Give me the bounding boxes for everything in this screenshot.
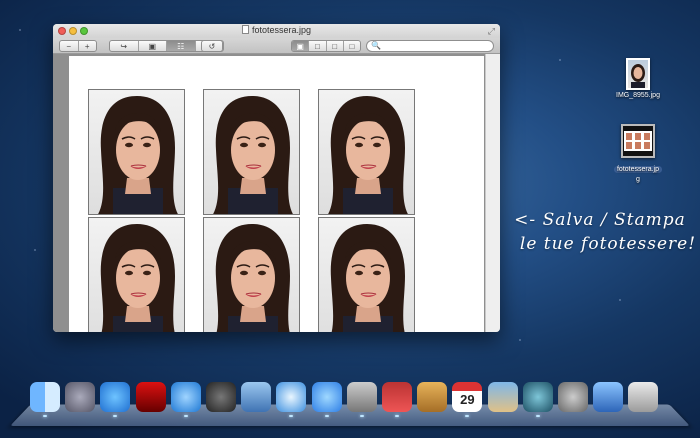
facetime-icon[interactable] <box>346 382 377 412</box>
photo-portrait <box>88 89 185 215</box>
photo-portrait <box>318 89 415 215</box>
xcode-icon[interactable] <box>593 382 624 412</box>
app-store-icon[interactable] <box>100 382 131 412</box>
sidebar-toggle[interactable]: ▣ □ □ □ <box>291 40 361 52</box>
dock-icons: 29 <box>30 382 670 418</box>
page <box>69 56 484 332</box>
fullscreen-icon[interactable]: ⤢ <box>488 26 495 37</box>
running-indicator <box>113 415 118 417</box>
system-preferences-icon[interactable] <box>558 382 588 412</box>
photo-portrait <box>88 217 185 332</box>
calendar-icon[interactable]: 29 <box>452 382 483 412</box>
dashboard-icon[interactable] <box>206 382 236 412</box>
image-thumbnail-icon <box>621 124 655 158</box>
time-machine-icon[interactable] <box>522 382 553 412</box>
zoom-control[interactable]: − + <box>59 40 97 52</box>
running-indicator <box>43 415 47 417</box>
running-indicator <box>183 415 188 417</box>
rotate-button[interactable]: ↺ <box>201 40 223 52</box>
running-indicator <box>324 415 329 417</box>
calendar-day: 29 <box>460 392 475 407</box>
window-toolbar: − + ↪ ▣ ☷ ✎ ↺ ▣ □ □ □ 🔍 <box>53 38 500 54</box>
running-indicator <box>289 415 294 417</box>
window-titlebar[interactable]: fototessera.jpg ⤢ <box>53 24 500 38</box>
safari-icon[interactable] <box>276 382 307 412</box>
scrollbar[interactable] <box>485 54 500 332</box>
view-mode-1[interactable]: ▣ <box>292 41 310 51</box>
photo-portrait <box>203 89 300 215</box>
mail-icon[interactable] <box>241 382 272 412</box>
window-title: fototessera.jpg <box>53 25 500 35</box>
running-indicator <box>535 415 540 417</box>
photo-app-icon[interactable] <box>382 382 412 412</box>
launchpad-icon[interactable] <box>65 382 96 412</box>
view-button[interactable]: ▣ <box>139 41 167 51</box>
finder-icon[interactable] <box>30 382 60 412</box>
photo-portrait <box>203 217 300 332</box>
document-icon <box>241 25 249 34</box>
desktop-icon-fototessera[interactable]: fototessera.jp g <box>610 124 666 183</box>
grid-button[interactable]: ☷ <box>167 41 196 51</box>
running-indicator <box>395 415 399 417</box>
desktop-icon-label: fototessera.jp <box>613 166 663 173</box>
photo-booth-icon[interactable] <box>135 382 166 412</box>
document-area <box>53 54 500 332</box>
itunes-icon[interactable] <box>170 382 201 412</box>
desktop-icon-sublabel: g <box>636 176 640 183</box>
running-indicator <box>465 415 470 417</box>
running-indicator <box>359 415 364 417</box>
preview-window[interactable]: fototessera.jpg ⤢ − + ↪ ▣ ☷ ✎ ↺ ▣ □ □ □ … <box>53 24 500 332</box>
annotation-line-2: le tue fototessere! <box>519 234 697 254</box>
search-input[interactable]: 🔍 <box>366 40 494 52</box>
view-mode-3[interactable]: □ <box>327 41 344 51</box>
desktop-icon-label: IMG_8955.jpg <box>616 92 660 99</box>
trash-icon[interactable] <box>628 382 659 412</box>
view-mode-4[interactable]: □ <box>344 41 360 51</box>
messages-icon[interactable] <box>311 382 342 412</box>
zoom-out-button[interactable]: − <box>60 41 79 51</box>
desktop-icon-img8955[interactable]: IMG_8955.jpg <box>612 58 664 99</box>
contacts-icon[interactable] <box>417 382 448 412</box>
annotation-text: <- Salva / Stampa le tue fototessere! <box>500 208 700 256</box>
photo-portrait <box>318 217 415 332</box>
iphoto-icon[interactable] <box>487 382 518 412</box>
annotation-line-1: <- Salva / Stampa <box>514 210 686 230</box>
share-button[interactable]: ↪ <box>110 41 139 51</box>
image-thumbnail-icon <box>626 58 650 90</box>
view-mode-2[interactable]: □ <box>309 41 327 51</box>
zoom-in-button[interactable]: + <box>79 41 97 51</box>
